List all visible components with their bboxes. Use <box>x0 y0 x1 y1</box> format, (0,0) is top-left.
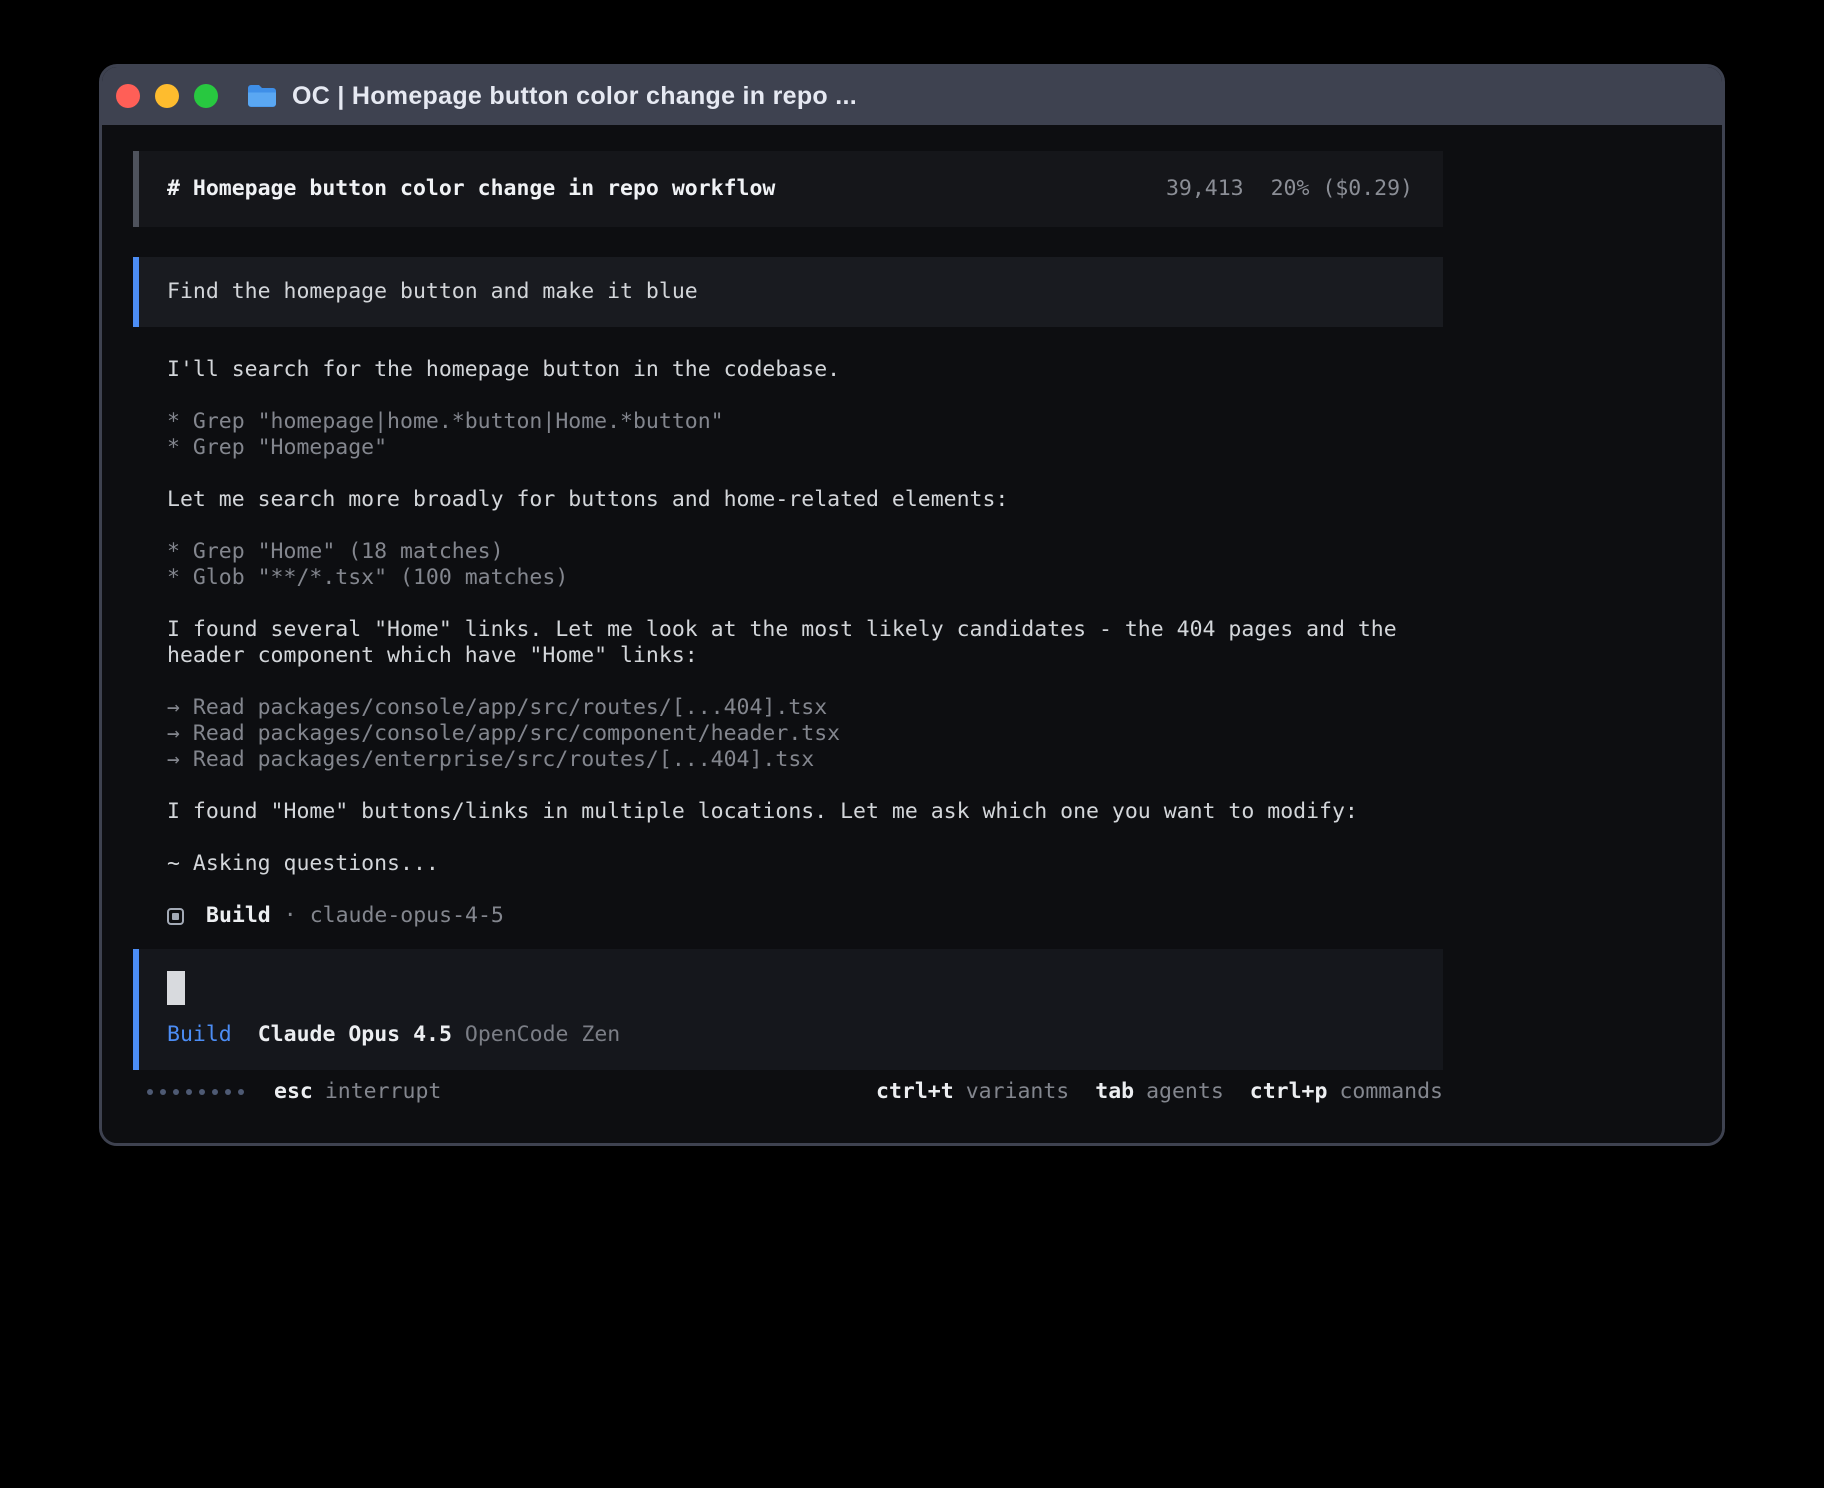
token-count: 39,413 <box>1166 176 1244 202</box>
esc-key: esc <box>274 1079 313 1105</box>
tool-call-group: * Grep "Home" (18 matches) * Glob "**/*.… <box>167 539 1443 591</box>
spinner-dot <box>199 1089 205 1095</box>
titlebar[interactable]: OC | Homepage button color change in rep… <box>102 67 1722 125</box>
provider-name: OpenCode Zen <box>465 1022 620 1048</box>
spinner-dot <box>173 1089 179 1095</box>
spinner-dot <box>238 1089 244 1095</box>
window-title: OC | Homepage button color change in rep… <box>292 82 857 111</box>
commands-hint: ctrl+p commands <box>1250 1079 1443 1105</box>
agent-mode-label: Build <box>167 1022 232 1048</box>
terminal-window: OC | Homepage button color change in rep… <box>99 64 1725 1146</box>
model-status-line: Build Claude Opus 4.5 OpenCode Zen <box>167 1022 1415 1048</box>
build-agent-icon <box>167 908 184 925</box>
agent-status-line: Build · claude-opus-4-5 <box>167 903 1443 929</box>
agents-hint: tab agents <box>1095 1079 1224 1105</box>
tool-call-line: * Glob "**/*.tsx" (100 matches) <box>167 565 1443 591</box>
prompt-input[interactable]: Build Claude Opus 4.5 OpenCode Zen <box>133 949 1443 1070</box>
spinner-dot <box>186 1089 192 1095</box>
chat-log: I'll search for the homepage button in t… <box>133 327 1443 929</box>
asking-status-line: ~ Asking questions... <box>167 851 1443 877</box>
tool-call-line: * Grep "Homepage" <box>167 435 1443 461</box>
tool-call-line: → Read packages/enterprise/src/routes/[.… <box>167 747 1443 773</box>
tool-call-group: * Grep "homepage|home.*button|Home.*butt… <box>167 409 1443 461</box>
tool-call-line: * Grep "Home" (18 matches) <box>167 539 1443 565</box>
folder-icon <box>246 83 278 110</box>
spinner-dot <box>160 1089 166 1095</box>
shortcut-label: variants <box>966 1079 1070 1105</box>
session-stats: 39,413 20% ($0.29) <box>1166 176 1413 202</box>
separator-dot: · <box>284 903 297 929</box>
session-header: # Homepage button color change in repo w… <box>133 151 1443 227</box>
text-cursor <box>167 971 185 1005</box>
esc-hint: esc interrupt <box>274 1079 441 1105</box>
shortcut-key: tab <box>1095 1079 1134 1105</box>
window-controls <box>116 84 218 108</box>
close-button[interactable] <box>116 84 140 108</box>
shortcut-label: agents <box>1146 1079 1224 1105</box>
spinner-dot <box>147 1089 153 1095</box>
shortcut-label: commands <box>1339 1079 1443 1105</box>
user-message-block: Find the homepage button and make it blu… <box>133 257 1443 327</box>
assistant-message: I found "Home" buttons/links in multiple… <box>167 799 1443 825</box>
agent-name: Build <box>206 903 271 929</box>
context-usage: 20% ($0.29) <box>1271 176 1413 202</box>
spinner-dot <box>225 1089 231 1095</box>
minimize-button[interactable] <box>155 84 179 108</box>
session-title: # Homepage button color change in repo w… <box>167 176 775 202</box>
agent-model: claude-opus-4-5 <box>310 903 504 929</box>
tool-call-line: → Read packages/console/app/src/routes/[… <box>167 695 1443 721</box>
assistant-message: I found several "Home" links. Let me loo… <box>167 617 1443 669</box>
status-bar: esc interrupt ctrl+t variants tab agents… <box>133 1078 1443 1106</box>
model-name: Claude Opus 4.5 <box>258 1022 452 1048</box>
assistant-message: Let me search more broadly for buttons a… <box>167 487 1443 513</box>
shortcut-hints: ctrl+t variants tab agents ctrl+p comman… <box>876 1079 1443 1105</box>
user-message-text: Find the homepage button and make it blu… <box>167 279 698 305</box>
variants-hint: ctrl+t variants <box>876 1079 1069 1105</box>
spinner <box>147 1089 244 1095</box>
shortcut-key: ctrl+p <box>1250 1079 1328 1105</box>
terminal: # Homepage button color change in repo w… <box>102 125 1722 1143</box>
interrupt-label: interrupt <box>325 1079 442 1105</box>
zoom-button[interactable] <box>194 84 218 108</box>
assistant-message: I'll search for the homepage button in t… <box>167 357 1443 383</box>
tool-call-line: * Grep "homepage|home.*button|Home.*butt… <box>167 409 1443 435</box>
shortcut-key: ctrl+t <box>876 1079 954 1105</box>
tool-call-line: → Read packages/console/app/src/componen… <box>167 721 1443 747</box>
tool-call-group: → Read packages/console/app/src/routes/[… <box>167 695 1443 773</box>
spinner-dot <box>212 1089 218 1095</box>
